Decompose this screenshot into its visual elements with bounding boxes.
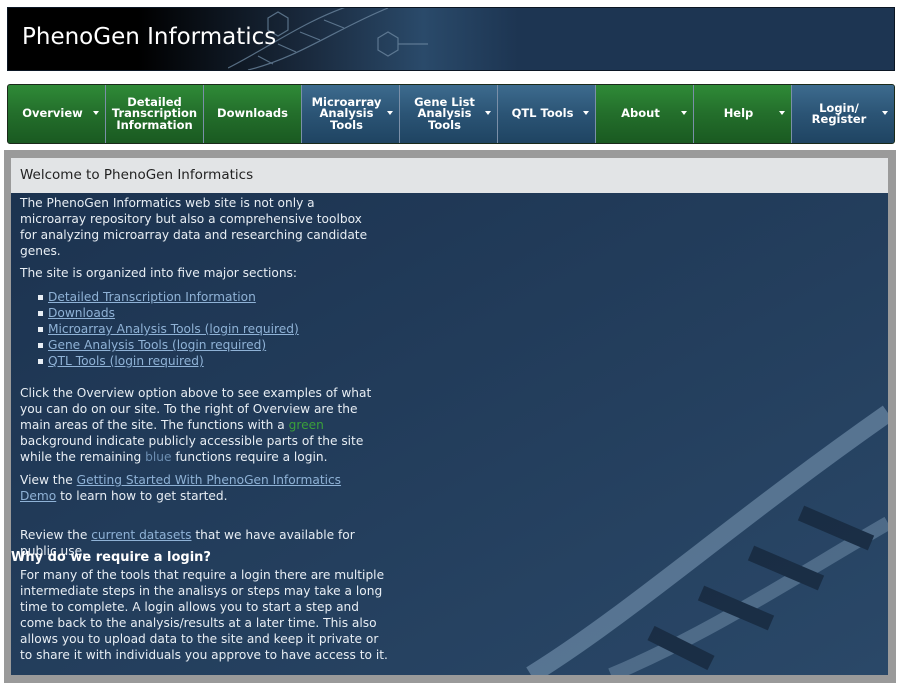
menu-about-label: About — [621, 106, 660, 121]
menu-downloads[interactable]: Downloads — [204, 85, 302, 143]
menu-microarray-tools[interactable]: Microarray Analysis Tools — [302, 85, 400, 143]
link-qtl-tools[interactable]: QTL Tools (login required) — [48, 354, 204, 368]
list-item: Downloads — [38, 305, 380, 321]
dna-helix-graphic — [228, 8, 428, 70]
blue-word: blue — [145, 450, 172, 464]
link-microarray-tools[interactable]: Microarray Analysis Tools (login require… — [48, 322, 299, 336]
link-gene-analysis-tools[interactable]: Gene Analysis Tools (login required) — [48, 338, 266, 352]
dropdown-arrow-icon — [882, 111, 888, 115]
intro-text: The PhenoGen Informatics web site is not… — [20, 196, 368, 258]
menu-overview[interactable]: Overview — [8, 85, 106, 143]
demo-text: View the Getting Started With PhenoGen I… — [20, 472, 380, 504]
list-item: Gene Analysis Tools (login required) — [38, 337, 380, 353]
demo-prefix: View the — [20, 473, 77, 487]
main-menu: Overview Detailed Transcription Informat… — [7, 84, 895, 144]
dropdown-arrow-icon — [583, 111, 589, 115]
overview-text-part: functions require a login. — [171, 450, 328, 464]
sections-intro: The site is organized into five major se… — [20, 266, 298, 280]
list-item: QTL Tools (login required) — [38, 353, 380, 369]
dropdown-arrow-icon — [93, 111, 99, 115]
menu-help-label: Help — [723, 106, 754, 121]
welcome-content: The PhenoGen Informatics web site is not… — [20, 195, 380, 559]
link-detailed-transcription[interactable]: Detailed Transcription Information — [48, 290, 256, 304]
dropdown-arrow-icon — [485, 111, 491, 115]
menu-microarray-tools-label: Microarray Analysis Tools — [311, 94, 382, 132]
dropdown-arrow-icon — [387, 111, 393, 115]
content-frame: Welcome to PhenoGen Informatics The Phen… — [4, 150, 896, 683]
panel-heading: Welcome to PhenoGen Informatics — [11, 158, 888, 193]
why-login-heading: Why do we require a login? — [11, 550, 211, 565]
list-item: Microarray Analysis Tools (login require… — [38, 321, 380, 337]
link-downloads[interactable]: Downloads — [48, 306, 115, 320]
site-title: PhenoGen Informatics — [22, 24, 277, 50]
menu-login-register[interactable]: Login/ Register — [792, 85, 894, 143]
header-banner: PhenoGen Informatics — [7, 7, 895, 71]
overview-text: Click the Overview option above to see e… — [20, 385, 380, 465]
menu-qtl-tools[interactable]: QTL Tools — [498, 85, 596, 143]
why-login-text: For many of the tools that require a log… — [20, 568, 388, 662]
menu-gene-list-tools[interactable]: Gene List Analysis Tools — [400, 85, 498, 143]
demo-suffix: to learn how to get started. — [56, 489, 228, 503]
menu-gene-list-tools-label: Gene List Analysis Tools — [414, 94, 475, 132]
menu-help[interactable]: Help — [694, 85, 792, 143]
list-item: Detailed Transcription Information — [38, 289, 380, 305]
menu-overview-label: Overview — [22, 106, 83, 121]
current-datasets-link[interactable]: current datasets — [91, 528, 191, 542]
dropdown-arrow-icon — [681, 111, 687, 115]
sections-list: Detailed Transcription Information Downl… — [20, 289, 380, 369]
datasets-prefix: Review the — [20, 528, 92, 542]
menu-about[interactable]: About — [596, 85, 694, 143]
dropdown-arrow-icon — [779, 111, 785, 115]
menu-qtl-tools-label: QTL Tools — [511, 106, 574, 121]
green-word: green — [288, 418, 324, 432]
welcome-panel: Welcome to PhenoGen Informatics The Phen… — [11, 158, 888, 675]
menu-detailed-transcription[interactable]: Detailed Transcription Information — [106, 85, 204, 143]
menu-downloads-label: Downloads — [217, 106, 288, 121]
menu-detailed-transcription-label: Detailed Transcription Information — [111, 94, 198, 132]
menu-login-register-label: Login/ Register — [811, 100, 867, 126]
